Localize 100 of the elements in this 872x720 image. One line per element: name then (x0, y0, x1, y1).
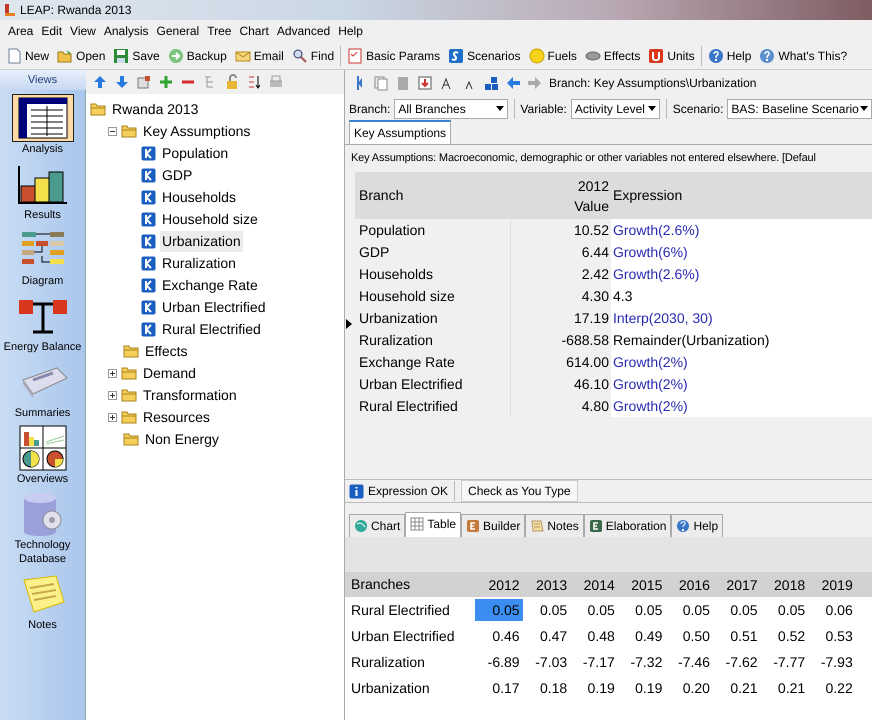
expression-cell[interactable]: Remainder(Urbanization) (613, 332, 770, 348)
check-button[interactable]: Check as You Type (461, 480, 578, 502)
tab[interactable]: Builder (461, 514, 526, 537)
tab[interactable]: Help (671, 514, 724, 537)
tree-node[interactable]: Resources (141, 406, 212, 428)
toolbar-button[interactable]: Scenarios (444, 46, 525, 64)
toolbar-button[interactable]: Find (288, 46, 338, 64)
menu-item[interactable]: Help (334, 22, 367, 40)
table-cell[interactable]: -7.62 (712, 651, 761, 673)
table-cell[interactable]: -7.17 (570, 651, 618, 673)
toolbar-button[interactable]: Basic Params (343, 46, 444, 64)
expression-cell[interactable]: Growth(2%) (613, 354, 688, 370)
tree-node[interactable]: Households (160, 186, 238, 208)
tree-node[interactable]: GDP (160, 164, 194, 186)
tree-node[interactable]: Transformation (141, 384, 239, 406)
toolbar-button[interactable]: Units (644, 46, 699, 64)
table-cell[interactable]: 0.18 (522, 677, 570, 699)
table-cell[interactable]: 0.19 (570, 677, 618, 699)
table-cell[interactable]: 0.05 (475, 599, 523, 621)
toolbar-button[interactable]: Open (53, 46, 110, 64)
table-cell[interactable]: 0.06 (808, 599, 856, 621)
toolbar-button[interactable]: Save (109, 46, 164, 64)
table-cell[interactable]: 0.21 (712, 677, 761, 699)
tree-node[interactable]: Ruralization (160, 252, 238, 274)
view-button[interactable]: Technology Database (2, 490, 82, 566)
expander-toggle[interactable] (108, 368, 117, 378)
tree-node[interactable]: Population (160, 142, 230, 164)
menu-item[interactable]: General (152, 22, 204, 40)
table-cell[interactable]: 0.05 (712, 599, 761, 621)
menu-item[interactable]: Edit (37, 22, 66, 40)
table-cell[interactable]: -7.93 (808, 651, 856, 673)
tab[interactable]: Notes (525, 514, 584, 537)
table-cell[interactable]: 0.49 (618, 625, 666, 647)
table-cell[interactable]: 0.05 (618, 599, 666, 621)
view-button[interactable]: Energy Balance (2, 292, 82, 354)
menu-item[interactable]: Analysis (100, 22, 153, 40)
table-cell[interactable]: -7.32 (618, 651, 666, 673)
dropdown-field[interactable]: BAS: Baseline Scenario (727, 98, 872, 118)
menu-item[interactable]: Area (4, 22, 38, 40)
expression-cell[interactable]: Interp(2030, 30) (613, 310, 713, 326)
dropdown-field[interactable]: All Branches (394, 98, 508, 118)
tree-node[interactable]: Urbanization (160, 230, 243, 252)
tree-node[interactable]: Non Energy (143, 428, 221, 450)
tab[interactable]: Table (405, 512, 462, 537)
table-cell[interactable]: 0.05 (760, 599, 808, 621)
table-cell[interactable]: 0.53 (808, 625, 856, 647)
table-cell[interactable]: 0.21 (760, 677, 808, 699)
toolbar-button[interactable]: Help (704, 46, 756, 64)
table-cell[interactable]: 0.20 (665, 677, 713, 699)
tree-node[interactable]: Rwanda 2013 (110, 98, 200, 120)
menu-item[interactable]: Advanced (272, 22, 334, 40)
expander-toggle[interactable] (108, 126, 117, 136)
view-button[interactable]: Summaries (2, 358, 82, 420)
toolbar-button[interactable] (417, 74, 433, 90)
tree-node[interactable]: Household size (160, 208, 260, 230)
tree-node[interactable]: Urban Electrified (160, 296, 268, 318)
view-button[interactable]: Results (2, 160, 82, 222)
tree-node[interactable]: Rural Electrified (160, 318, 263, 340)
table-cell[interactable]: -7.03 (522, 651, 570, 673)
toolbar-button[interactable]: New (2, 46, 54, 64)
table-cell[interactable]: 0.19 (618, 677, 666, 699)
table-cell[interactable]: 0.47 (522, 625, 570, 647)
expression-cell[interactable]: Growth(6%) (613, 244, 688, 260)
toolbar-button[interactable]: Effects (580, 46, 644, 64)
tab[interactable]: Elaboration (584, 514, 672, 537)
tree-node[interactable]: Exchange Rate (160, 274, 260, 296)
expression-cell[interactable]: Growth(2.6%) (613, 266, 700, 282)
table-cell[interactable]: 0.05 (665, 599, 713, 621)
table-cell[interactable]: 0.46 (475, 625, 523, 647)
tab[interactable]: Key Assumptions (349, 120, 452, 144)
toolbar-button[interactable]: What's This? (755, 46, 852, 64)
table-cell[interactable]: 0.22 (808, 677, 856, 699)
expander-toggle[interactable] (108, 390, 117, 400)
toolbar-button[interactable]: Email (230, 46, 288, 64)
table-cell[interactable]: -7.46 (665, 651, 713, 673)
table-cell[interactable]: 0.51 (712, 625, 761, 647)
expression-cell[interactable]: Growth(2.6%) (613, 222, 700, 238)
table-cell[interactable]: 0.17 (475, 677, 523, 699)
table-cell[interactable]: -7.77 (760, 651, 808, 673)
expression-cell[interactable]: 4.3 (613, 288, 632, 304)
table-cell[interactable]: -6.89 (475, 651, 523, 673)
dropdown-field[interactable]: Activity Level (570, 98, 660, 118)
tree-node[interactable]: Key Assumptions (141, 120, 252, 142)
tab[interactable]: Chart (349, 514, 406, 537)
expression-cell[interactable]: Growth(2%) (613, 398, 688, 414)
expander-toggle[interactable] (108, 412, 117, 422)
menu-item[interactable]: View (66, 22, 100, 40)
toolbar-button[interactable]: Backup (164, 46, 231, 64)
view-button[interactable]: Diagram (2, 226, 82, 288)
table-cell[interactable]: 0.52 (760, 625, 808, 647)
toolbar-button[interactable] (246, 74, 262, 90)
expression-cell[interactable]: Growth(2%) (613, 376, 688, 392)
table-cell[interactable]: 0.05 (522, 599, 570, 621)
table-cell[interactable]: 0.48 (570, 625, 618, 647)
tree-node[interactable]: Demand (141, 362, 198, 384)
toolbar-button[interactable]: Fuels (524, 46, 581, 64)
tree-node[interactable]: Effects (143, 340, 190, 362)
view-button[interactable]: Overviews (2, 424, 82, 486)
table-cell[interactable]: 0.50 (665, 625, 713, 647)
view-button[interactable]: Notes (2, 570, 82, 632)
